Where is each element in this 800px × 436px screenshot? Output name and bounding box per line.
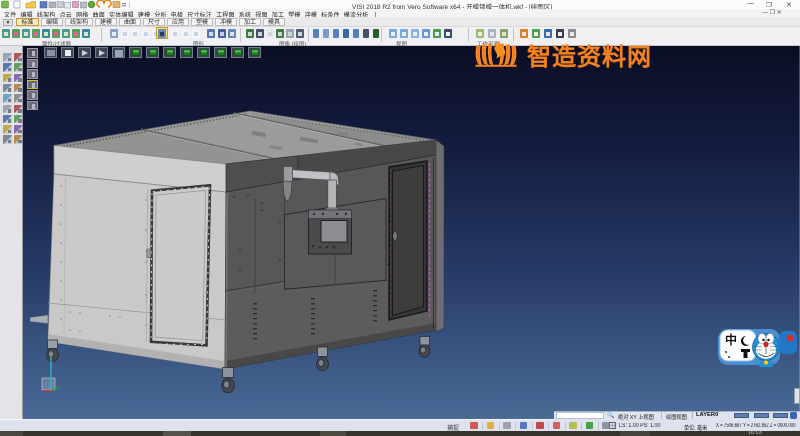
svg-text:中: 中 — [725, 332, 737, 347]
